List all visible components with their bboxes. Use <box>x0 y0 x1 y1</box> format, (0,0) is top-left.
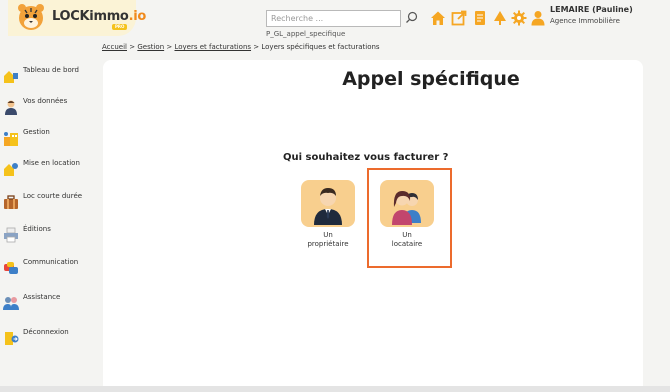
home-icon[interactable] <box>430 10 446 26</box>
tiger-mascot-icon <box>18 4 44 30</box>
sidebar-item-editions[interactable]: Éditions <box>3 225 99 247</box>
suitcase-icon <box>4 195 18 209</box>
sidebar-item-vos-donnees[interactable]: Vos données <box>3 97 99 119</box>
breadcrumb-current: Loyers spécifiques et facturations <box>261 43 380 51</box>
page-title: Appel spécifique <box>342 68 520 90</box>
sidebar-item-label: Assistance <box>23 293 61 301</box>
dashboard-icon <box>4 71 18 83</box>
logo-wordmark: LOCKimmo.io <box>52 9 147 24</box>
breadcrumb: Accueil > Gestion > Loyers et facturatio… <box>102 43 380 51</box>
buildings-icon <box>4 132 18 146</box>
breadcrumb-separator: > <box>253 43 260 51</box>
user-name: LEMAIRE (Pauline) <box>550 5 633 14</box>
sidebar-item-gestion[interactable]: Gestion <box>3 128 99 150</box>
logo-pro-badge: PRO <box>112 24 128 30</box>
page-code: P_GL_appel_specifique <box>266 30 346 38</box>
tree-icon[interactable] <box>492 10 508 26</box>
selection-highlight <box>367 168 452 268</box>
choice-proprietaire[interactable]: Un propriétaire <box>300 180 356 249</box>
app-logo[interactable]: LOCKimmo.io PRO <box>8 0 146 36</box>
choice-tile <box>301 180 355 227</box>
printer-icon <box>4 227 18 243</box>
user-icon[interactable] <box>530 10 546 26</box>
breadcrumb-link-home[interactable]: Accueil <box>102 43 127 51</box>
search-icon[interactable] <box>405 11 418 24</box>
sidebar-item-label: Vos données <box>23 97 68 105</box>
bottom-strip <box>0 386 670 392</box>
breadcrumb-link-gestion[interactable]: Gestion <box>137 43 164 51</box>
logout-icon <box>5 332 19 345</box>
person-icon <box>5 100 17 115</box>
choice-label: Un propriétaire <box>307 231 349 248</box>
sidebar-item-label: Loc courte durée <box>23 192 83 200</box>
breadcrumb-link-loyers[interactable]: Loyers et facturations <box>174 43 251 51</box>
chat-icon <box>4 262 18 274</box>
key-house-icon <box>4 163 18 176</box>
sidebar-item-label: Communication <box>23 258 79 266</box>
gear-icon[interactable] <box>511 10 527 26</box>
sidebar-item-mise-en-location[interactable]: Mise en location <box>3 159 99 181</box>
document-icon[interactable] <box>472 10 488 26</box>
sidebar-item-label: Éditions <box>23 225 51 233</box>
sidebar-item-label: Gestion <box>23 128 50 136</box>
sidebar-item-tableau-de-bord[interactable]: Tableau de bord <box>3 66 99 88</box>
billing-question: Qui souhaitez vous facturer ? <box>283 152 449 163</box>
breadcrumb-separator: > <box>129 43 136 51</box>
sidebar-item-deconnexion[interactable]: Déconnexion <box>3 328 99 350</box>
user-agency: Agence Immobilière <box>550 17 620 25</box>
support-icon <box>3 297 19 310</box>
breadcrumb-separator: > <box>166 43 173 51</box>
owner-man-icon <box>314 188 342 225</box>
sidebar-item-loc-courte-duree[interactable]: Loc courte durée <box>3 192 99 214</box>
sidebar-item-label: Mise en location <box>23 159 80 167</box>
main-card: Appel spécifique Qui souhaitez vous fact… <box>103 60 643 392</box>
sidebar-item-label: Déconnexion <box>23 328 69 336</box>
sidebar-item-assistance[interactable]: Assistance <box>3 293 99 315</box>
sidebar-item-label: Tableau de bord <box>23 66 79 74</box>
edit-external-icon[interactable] <box>451 10 467 26</box>
sidebar-item-communication[interactable]: Communication <box>3 258 99 280</box>
search-input[interactable] <box>266 10 401 27</box>
